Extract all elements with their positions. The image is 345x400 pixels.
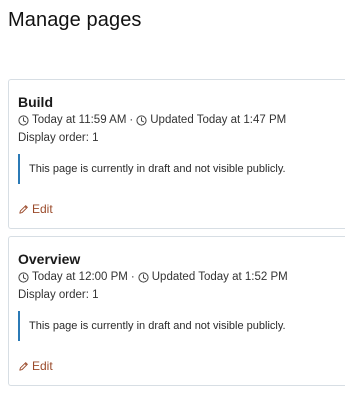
page-card-meta: Today at 12:00 PM · Updated Today at 1:5…: [18, 271, 288, 283]
created-timestamp: Today at 11:59 AM: [32, 114, 127, 126]
draft-notice-text: This page is currently in draft and not …: [29, 320, 286, 332]
display-order: Display order: 1: [18, 289, 99, 301]
page-card: Overview Today at 12:00 PM · Updated Tod…: [8, 236, 345, 386]
pencil-icon: [19, 361, 28, 371]
page-card-meta: Today at 11:59 AM · Updated Today at 1:4…: [18, 114, 286, 126]
edit-label: Edit: [32, 202, 53, 216]
meta-separator: ·: [130, 271, 135, 283]
page-title: Manage pages: [8, 9, 142, 31]
draft-notice: This page is currently in draft and not …: [18, 311, 338, 341]
draft-notice-text: This page is currently in draft and not …: [29, 163, 286, 175]
page-card-title: Build: [18, 94, 53, 110]
edit-page-button[interactable]: Edit: [18, 359, 53, 373]
created-timestamp: Today at 12:00 PM: [32, 271, 128, 283]
updated-timestamp: Updated Today at 1:52 PM: [151, 271, 288, 283]
updated-timestamp: Updated Today at 1:47 PM: [150, 114, 287, 126]
clock-icon: [18, 271, 29, 283]
display-order: Display order: 1: [18, 132, 99, 144]
page-card: Build Today at 11:59 AM · Updated Today …: [8, 79, 345, 229]
edit-label: Edit: [32, 359, 53, 373]
edit-page-button[interactable]: Edit: [18, 202, 53, 216]
clock-icon: [18, 114, 29, 126]
meta-separator: ·: [129, 114, 134, 126]
pencil-icon: [19, 204, 28, 214]
draft-notice: This page is currently in draft and not …: [18, 154, 338, 184]
clock-icon: [138, 271, 149, 283]
clock-icon: [136, 114, 147, 126]
page-card-title: Overview: [18, 251, 81, 267]
